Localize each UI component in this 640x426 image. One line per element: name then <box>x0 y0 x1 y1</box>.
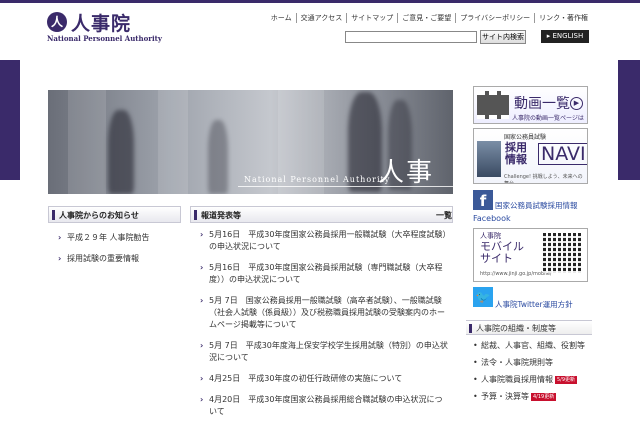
notice-heading: 人事院からのお知らせ <box>48 206 181 223</box>
search-button[interactable]: サイト内検索 <box>480 30 526 44</box>
mobile-url: http://www.jinji.go.jp/mobile/ <box>480 271 552 277</box>
navi-logo: NAVI <box>538 143 587 165</box>
news-item[interactable]: 5月16日 平成30年度国家公務員採用一般職試験（大卒程度試験）の申込状況につい… <box>200 229 450 253</box>
building-photo <box>477 141 501 177</box>
util-link-home[interactable]: ホーム <box>267 13 296 23</box>
hero-title-en: National Personnel Authority <box>244 175 391 184</box>
news-more-link[interactable]: 一覧 <box>436 207 452 224</box>
util-link-privacy[interactable]: プライバシーポリシー <box>455 13 534 23</box>
news-list: 5月16日 平成30年度国家公務員採用一般職試験（大卒程度試験）の申込状況につい… <box>200 229 450 426</box>
navi-label: 国家公務員試験 <box>504 134 547 141</box>
search-input[interactable] <box>345 31 477 43</box>
util-link-sitemap[interactable]: サイトマップ <box>346 13 397 23</box>
facebook-link-text: 国家公務員試験採用情報 <box>495 201 578 210</box>
film-strip-icon <box>477 91 509 119</box>
logo-title: 人事院 <box>71 13 132 35</box>
mobile-site-banner[interactable]: 人事院 モバイル サイト http://www.jinji.go.jp/mobil… <box>473 228 588 282</box>
twitter-link[interactable]: 🐦 人事院Twitter運用方針 <box>473 287 591 311</box>
news-heading: 報道発表等 一覧 <box>190 206 453 223</box>
recruit-navi-banner[interactable]: 国家公務員試験 採用 情報 NAVI Challenge! 挑戦しよう、未来への舞… <box>473 128 588 184</box>
header: 人 人事院 National Personnel Authority ホーム 交… <box>0 3 640 60</box>
news-item[interactable]: 5月16日 平成30年度国家公務員採用試験（専門職試験（大卒程度））の申込状況に… <box>200 262 450 286</box>
twitter-icon: 🐦 <box>473 287 493 307</box>
video-banner-title: 動画一覧 <box>514 96 570 112</box>
hero-rule <box>238 186 453 187</box>
logo-subtitle: National Personnel Authority <box>47 34 162 43</box>
right-band <box>618 60 640 180</box>
facebook-icon: f <box>473 190 493 210</box>
news-item[interactable]: 4月25日 平成30年度の初任行政研修の実施について <box>200 373 450 385</box>
mobile-title: モバイル サイト <box>480 240 524 265</box>
update-badge: 5/9更新 <box>555 375 578 384</box>
news-item[interactable]: 4月20日 平成30年度国家公務員採用総合職試験の申込状況について <box>200 394 450 418</box>
video-banner-subtitle: 人事院の動画一覧ページはこちら <box>512 115 584 122</box>
org-heading: 人事院の組織・制度等 <box>466 320 592 335</box>
twitter-link-text: 人事院Twitter運用方針 <box>495 300 573 309</box>
org-list: 総裁、人事官、組織、役割等 法令・人事院規則等 人事院職員採用情報5/9更新 予… <box>472 340 594 408</box>
notice-list: 平成２９年 人事院勧告 採用試験の重要情報 <box>58 232 181 274</box>
navi-subtitle: Challenge! 挑戦しよう、未来への舞台 <box>504 174 583 184</box>
video-list-banner[interactable]: 動画一覧 人事院の動画一覧ページはこちら ▶ <box>473 86 588 124</box>
util-link-feedback[interactable]: ご意見・ご要望 <box>397 13 455 23</box>
util-link-copyright[interactable]: リンク・著作権 <box>534 13 592 23</box>
notice-item[interactable]: 平成２９年 人事院勧告 <box>58 232 181 244</box>
news-item[interactable]: 5月 7日 国家公務員採用一般職試験（高卒者試験）、一般職試験（社会人試験（係員… <box>200 295 450 331</box>
update-badge: 4/19更新 <box>531 392 557 401</box>
org-item[interactable]: 総裁、人事官、組織、役割等 <box>472 340 594 352</box>
org-item[interactable]: 人事院職員採用情報5/9更新 <box>472 374 594 386</box>
left-band <box>0 60 20 180</box>
english-button[interactable]: ▸ ENGLISH <box>541 30 589 43</box>
util-link-access[interactable]: 交通アクセス <box>295 13 347 23</box>
qr-code-icon <box>543 233 583 273</box>
org-item[interactable]: 予算・決算等4/19更新 <box>472 391 594 403</box>
facebook-label: Facebook <box>473 214 511 223</box>
notice-item[interactable]: 採用試験の重要情報 <box>58 253 181 265</box>
org-item[interactable]: 法令・人事院規則等 <box>472 357 594 369</box>
navi-title: 採用 情報 <box>505 141 527 166</box>
hero-title-ja: 人事院 <box>378 158 435 188</box>
news-title: 報道発表等 <box>201 211 241 220</box>
news-item[interactable]: 5月 7日 平成30年度海上保安学校学生採用試験（特別）の申込状況について <box>200 340 450 364</box>
utility-nav: ホーム 交通アクセス サイトマップ ご意見・ご要望 プライバシーポリシー リンク… <box>267 13 592 23</box>
logo-emblem-icon: 人 <box>47 12 67 32</box>
play-icon: ▶ <box>570 97 583 110</box>
hero-banner: 人事院 National Personnel Authority <box>48 90 453 194</box>
